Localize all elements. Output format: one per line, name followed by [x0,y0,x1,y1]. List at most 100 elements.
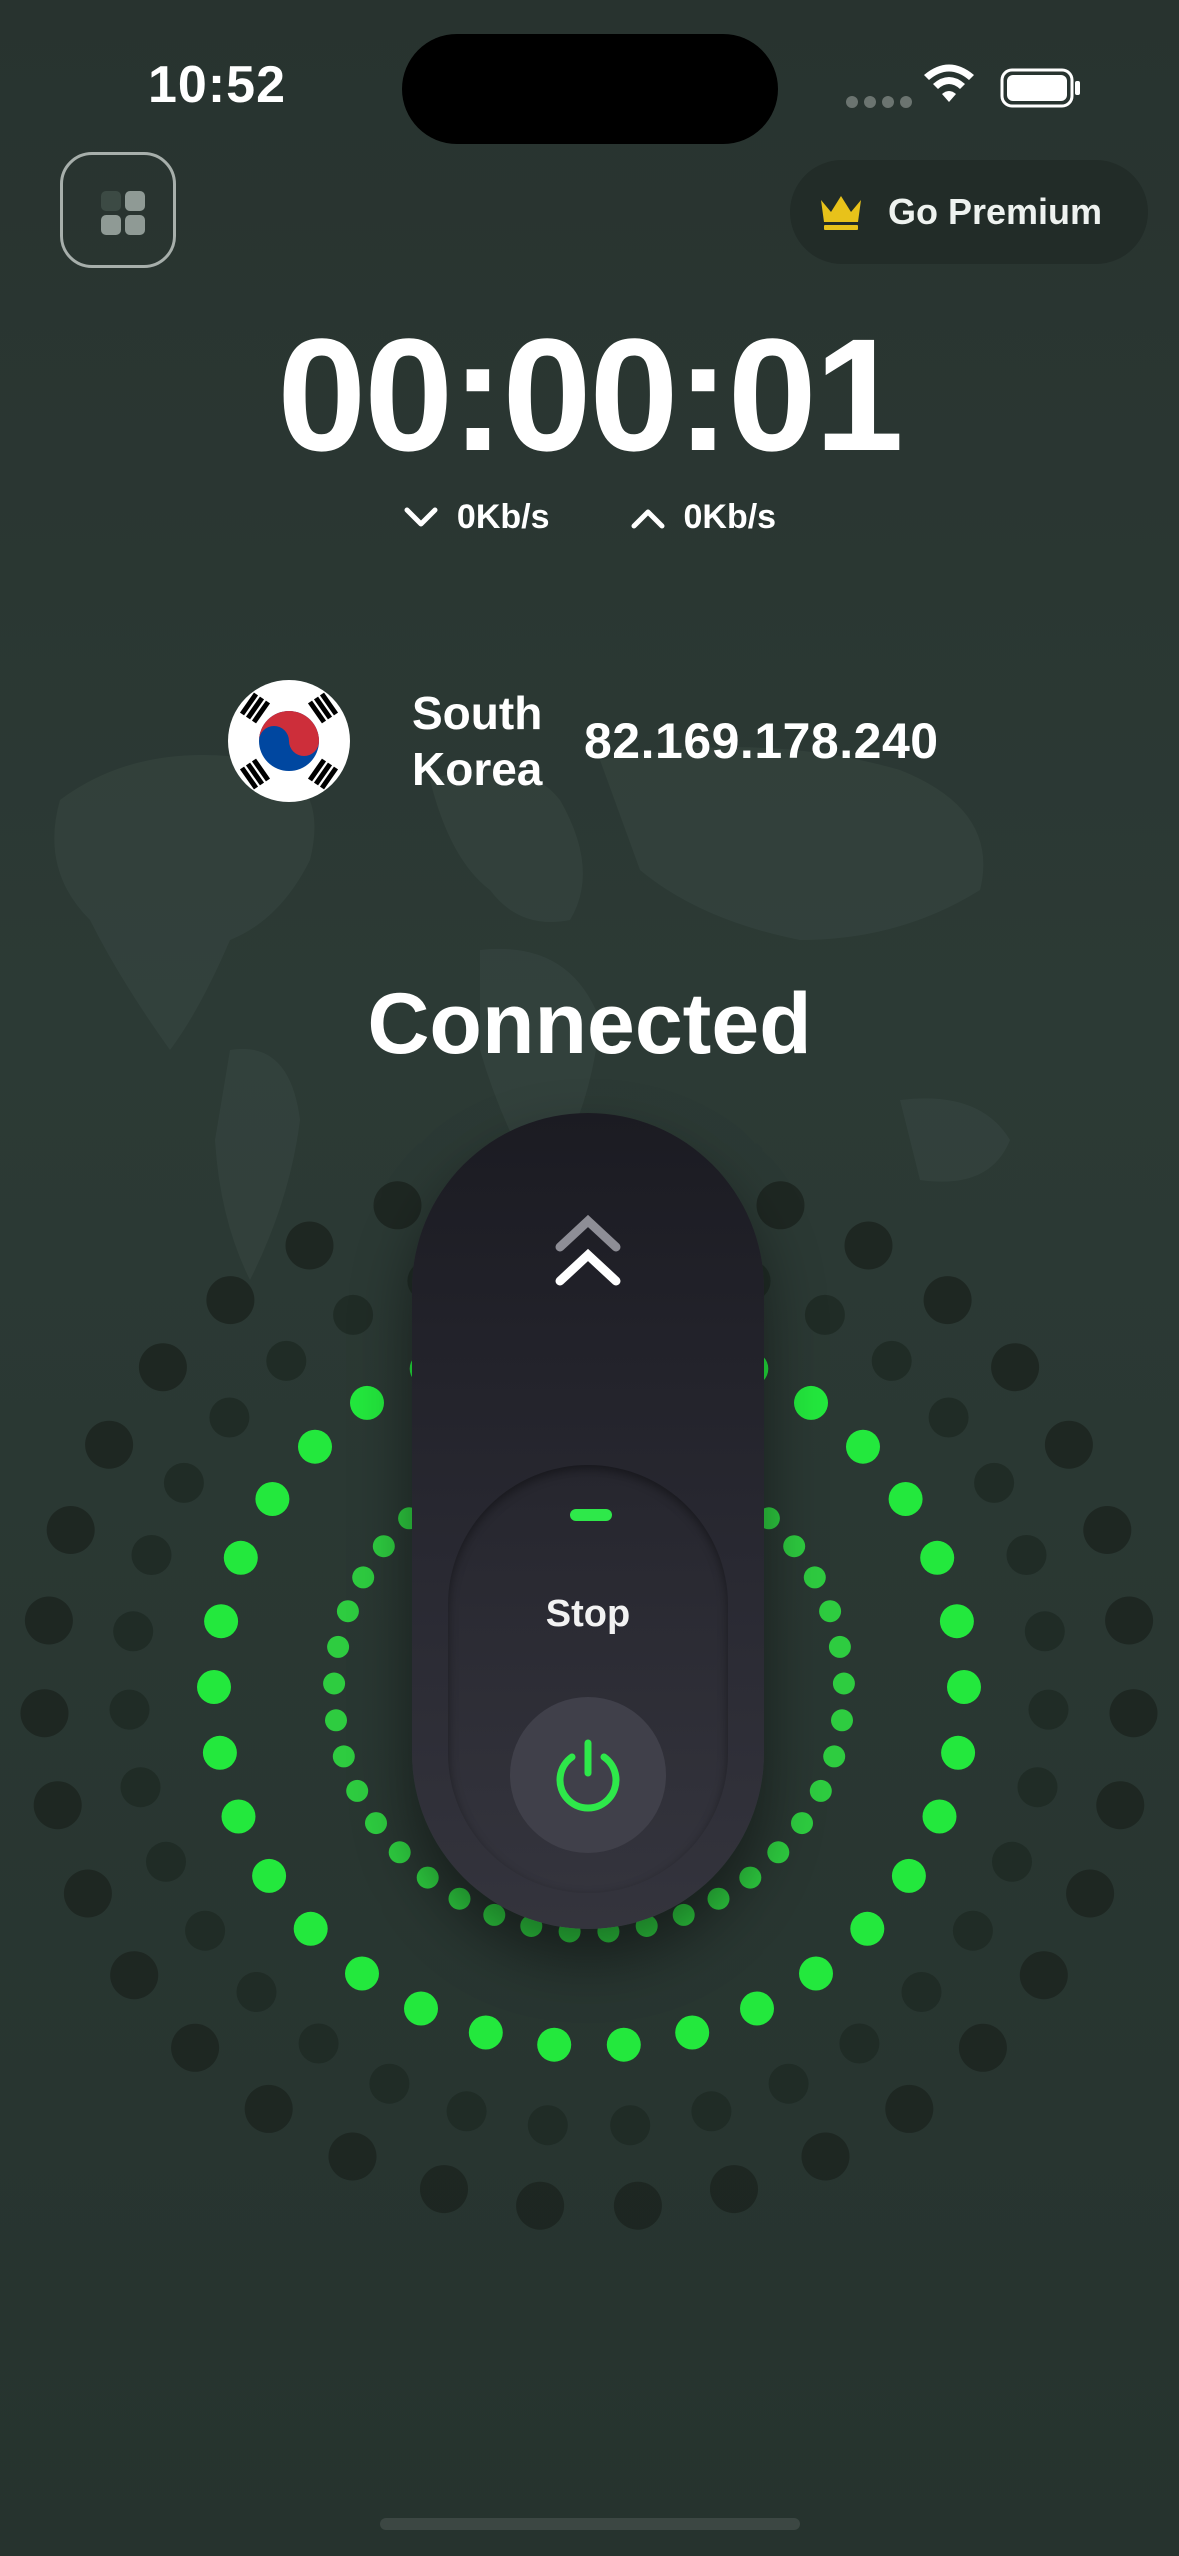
ring-dot [255,1482,290,1516]
ring-dot [871,1340,912,1381]
ring-dot [365,1812,387,1835]
battery-icon [1000,68,1080,108]
ring-dot [801,2132,850,2181]
ring-dot [1083,1506,1132,1554]
ring-dot [1006,1535,1047,1575]
ring-dot [63,1869,112,1918]
ring-dot [373,1181,422,1230]
ring-dot [372,1535,395,1558]
ring-dot [146,1841,186,1882]
ring-dot [947,1670,981,1704]
ring-dot [1066,1869,1115,1918]
ring-dot [204,1604,239,1639]
ring-dot [221,1799,256,1834]
ring-dot [832,1672,855,1695]
ring-dot [1109,1689,1158,1738]
ring-dot [209,1397,250,1438]
ring-dot [252,1858,287,1893]
ring-dot [46,1506,95,1554]
ring-dot [448,1887,471,1910]
ring-dot [941,1735,976,1770]
ring-dot [293,1911,328,1946]
connect-slider-track[interactable]: Stop [412,1113,764,1929]
ring-dot [846,1429,880,1464]
ring-dot [266,1340,307,1381]
ring-dot [920,1540,955,1575]
ring-dot [404,1991,438,2026]
ring-dot [33,1781,82,1830]
ring-dot [794,1385,828,1420]
ring-dot [1044,1420,1093,1469]
ring-dot [809,1779,832,1802]
ring-dot [171,2023,220,2072]
dynamic-island [402,34,778,144]
ring-dot [468,2015,503,2050]
ring-dot [285,1221,334,1270]
ring-dot [756,1181,805,1230]
ring-dot [109,1689,150,1730]
download-arrow-icon [404,507,438,526]
ring-dot [352,1566,375,1589]
ring-dot [345,1956,379,1991]
ring-dot [799,1956,833,1991]
ring-dot [20,1689,69,1738]
menu-button[interactable] [60,152,176,268]
stop-label: Stop [545,1593,631,1635]
upload-arrow-icon [631,509,664,528]
status-time: 10:52 [148,56,286,114]
ring-dot [888,1482,923,1516]
connection-timer: 00:00:01 [277,305,903,484]
ring-dot [185,1910,226,1951]
ring-dot [206,1276,255,1325]
chevron-up-icon [555,1214,621,1286]
status-bar: 10:52 [0,0,1179,170]
connection-status: Connected [367,976,812,1072]
stop-slider-knob[interactable]: Stop [448,1465,728,1893]
ring-dot [131,1535,172,1575]
ring-dot [710,2165,758,2214]
ring-dot [516,2181,565,2230]
ring-dot [110,1951,159,2000]
ring-dot [332,1745,355,1768]
ring-dot [828,1635,851,1658]
ring-dot [768,2063,809,2104]
ring-dot [606,2027,641,2062]
ring-dot [113,1611,154,1652]
ring-dot [120,1767,161,1808]
ring-dot [885,2084,934,2133]
ring-dot [346,1779,369,1802]
ring-dot [1105,1596,1154,1645]
ring-dot [537,2027,572,2062]
power-button[interactable] [510,1697,666,1853]
ring-dot [388,1841,411,1864]
ring-dot [891,1858,926,1893]
ring-dot [1028,1689,1069,1730]
ring-dot [992,1841,1032,1882]
ring-dot [610,2105,651,2146]
ring-dot [323,1672,346,1695]
ring-dot [791,1812,813,1835]
server-selector[interactable]: South Korea 82.169.178.240 [228,680,939,802]
ring-dot [901,1972,942,2012]
ring-dot [804,1294,845,1335]
ring-dot [707,1887,730,1910]
ring-dot [939,1604,974,1639]
ring-dot [839,2023,880,2064]
server-country: South Korea [412,687,543,795]
home-indicator [380,2518,800,2530]
speed-indicators: 0Kb/s 0Kb/s [0,498,1179,537]
ring-dot [783,1535,806,1558]
ring-dot [223,1540,258,1575]
ring-dot [416,1866,439,1889]
go-premium-button[interactable]: Go Premium [790,160,1148,264]
ring-dot [202,1735,237,1770]
ring-dot [928,1397,969,1438]
ring-dot [420,2165,468,2214]
ring-dot [767,1841,790,1864]
south-korea-flag-icon [228,680,350,802]
ring-dot [85,1420,134,1469]
ring-dot [958,2023,1007,2072]
upload-speed-value: 0Kb/s [683,498,777,536]
ring-dot [823,1745,846,1768]
ring-dot [483,1903,506,1926]
